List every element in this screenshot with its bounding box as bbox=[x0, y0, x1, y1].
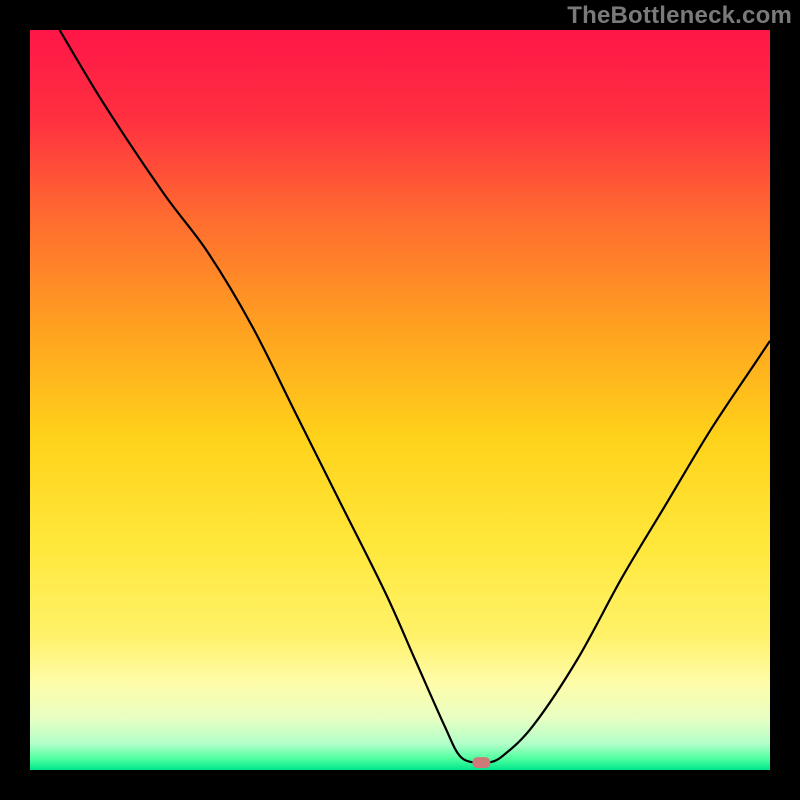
chart-frame: TheBottleneck.com bbox=[0, 0, 800, 800]
optimal-point-marker bbox=[472, 757, 490, 768]
chart-background bbox=[30, 30, 770, 770]
plot-area bbox=[30, 30, 770, 770]
chart-svg bbox=[30, 30, 770, 770]
watermark-label: TheBottleneck.com bbox=[567, 2, 792, 30]
